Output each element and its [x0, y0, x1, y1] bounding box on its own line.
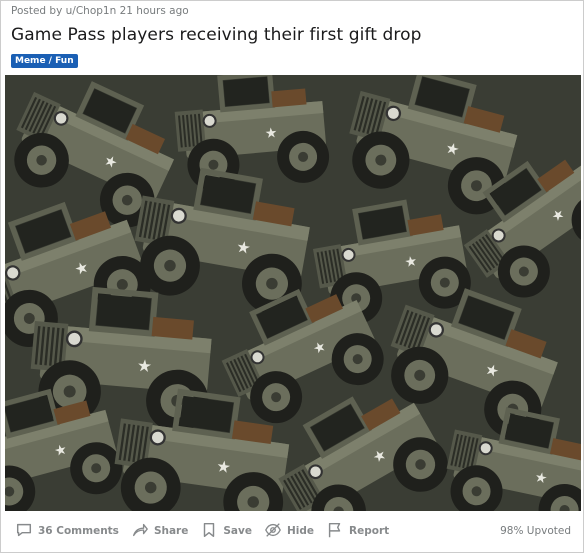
comment-icon: [15, 521, 33, 542]
post-image[interactable]: ★: [5, 75, 581, 511]
share-button[interactable]: Share: [125, 517, 194, 545]
post-card[interactable]: Posted by u/Chop1n 21 hours ago Game Pas…: [0, 0, 584, 553]
save-button[interactable]: Save: [194, 517, 258, 545]
save-label: Save: [223, 525, 252, 537]
upvote-ratio: 98% Upvoted: [500, 525, 571, 537]
eye-slash-icon: [264, 521, 282, 542]
flag-icon: [326, 521, 344, 542]
report-label: Report: [349, 525, 390, 537]
comments-button[interactable]: 36 Comments: [9, 517, 125, 545]
share-icon: [131, 521, 149, 542]
post-meta: Posted by u/Chop1n 21 hours ago: [11, 5, 189, 17]
post-actions-bar: 36 Comments Share Save Hide Report 98% U…: [1, 513, 584, 549]
bookmark-icon: [200, 521, 218, 542]
jeep-pile-image: ★: [5, 75, 581, 511]
comments-label: 36 Comments: [38, 525, 119, 537]
hide-label: Hide: [287, 525, 315, 537]
report-button[interactable]: Report: [320, 517, 395, 545]
post-flair[interactable]: Meme / Fun: [11, 54, 78, 68]
hide-button[interactable]: Hide: [258, 517, 320, 545]
post-title[interactable]: Game Pass players receiving their first …: [11, 25, 422, 45]
share-label: Share: [153, 525, 189, 537]
